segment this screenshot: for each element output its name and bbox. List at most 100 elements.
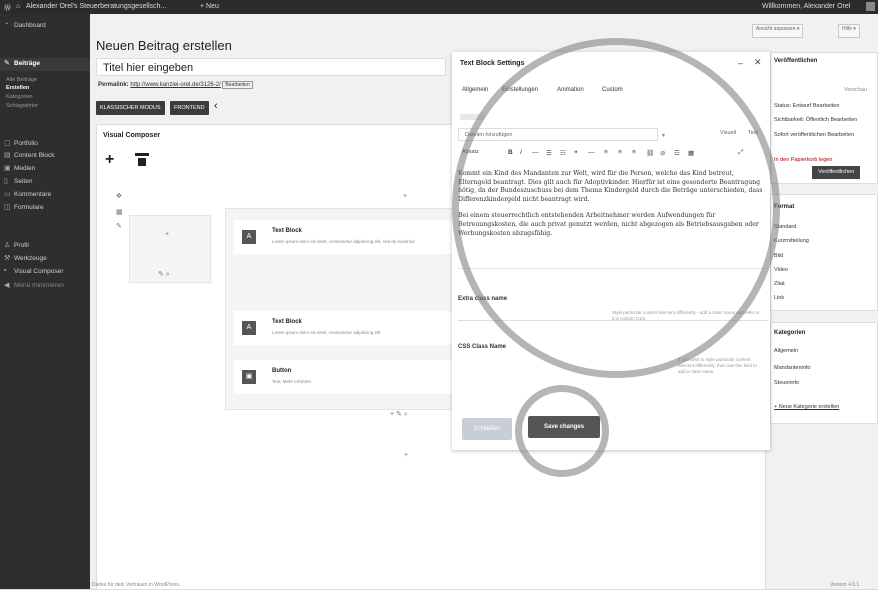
visibility-row: Sichtbarkeit: Öffentlich Bearbeiten [774, 117, 858, 123]
sidebar-item-profil[interactable]: ♙ Profil [0, 240, 90, 253]
add-element-icon[interactable]: + [105, 151, 114, 169]
permalink-url[interactable]: http://www.kanzlei-orel.de/3126-2/ [130, 82, 220, 88]
sidebar-item-label: Medien [14, 165, 36, 172]
category-item[interactable]: Mandanteninfo [774, 365, 810, 371]
chevron-left-icon[interactable]: ‹ [214, 100, 218, 112]
sidebar-item-label: Portfolio [14, 140, 38, 147]
sidebar-item-label: Beiträge [14, 60, 41, 67]
admin-sidebar: ◔ Dashboard ✎ Beiträge Alle Beiträge Erste… [0, 14, 90, 589]
move-row-icon[interactable]: ✥ [116, 192, 122, 200]
sidebar-item-seiten[interactable]: ▯ Seiten [0, 176, 90, 189]
sidebar-item-werkzeuge[interactable]: ⚒ Werkzeuge [0, 253, 90, 266]
page-icon: ▯ [4, 178, 8, 185]
sidebar-item-label: Dashboard [14, 22, 46, 29]
preview-button[interactable]: Vorschau [844, 87, 867, 93]
sidebar-item-formulare[interactable]: ◫ Formulare [0, 202, 90, 215]
column-controls-icon[interactable]: + ✎ ⌕ [390, 410, 408, 419]
add-row-icon[interactable]: + [404, 452, 408, 459]
close-button[interactable]: Schließen [462, 418, 512, 440]
element-title: Button [272, 368, 292, 374]
categories-box-title: Kategorien [774, 330, 806, 336]
format-option[interactable]: Bild [774, 253, 783, 259]
vc-element-text-block[interactable]: A Text Block Lorem ipsum dolor sit amet,… [234, 220, 459, 254]
sidebar-item-label: Menü minimieren [14, 282, 64, 289]
publish-button[interactable]: Veröffentlichen [812, 166, 861, 179]
status-row: Status: Entwurf Bearbeiten [774, 103, 840, 109]
publish-box-title: Veröffentlichen [774, 58, 818, 64]
vc-icon: ▪ [4, 267, 7, 274]
tab-allgemein[interactable]: Allgemein [462, 87, 488, 93]
wordpress-logo-icon[interactable]: Ⓦ [4, 3, 11, 13]
classic-mode-button[interactable]: KLASSISCHER MODUS [96, 101, 165, 115]
avatar[interactable] [866, 2, 875, 11]
column-edit-icon[interactable]: ✎ ⌕ [158, 270, 170, 279]
user-icon: ♙ [4, 242, 11, 249]
button-element-icon: ▣ [242, 370, 256, 384]
format-option[interactable]: Kurzmitteilung [774, 238, 809, 244]
format-option[interactable]: Zitat [774, 281, 785, 287]
admin-bar-site-name[interactable]: Alexander Orel's Steuerberatungsgesellsc… [26, 3, 166, 10]
home-icon: ⌂ [16, 3, 21, 10]
vc-element-button[interactable]: ▣ Button Text: Mehr erfahren [234, 360, 459, 394]
collapse-icon: ◀ [4, 282, 10, 289]
sidebar-subitem-tags[interactable]: Schlagwörter [6, 103, 38, 109]
column-add-icon[interactable]: + [165, 231, 169, 238]
element-description: Text: Mehr erfahren [272, 379, 312, 384]
new-category-link[interactable]: + Neue Kategorie erstellen [774, 404, 839, 410]
dashboard-icon: ◔ [4, 21, 9, 28]
column-empty[interactable] [129, 215, 211, 283]
text-block-icon: A [242, 321, 256, 335]
permalink: Permalink: http://www.kanzlei-orel.de/31… [98, 81, 253, 89]
dialog-title: Text Block Settings [460, 60, 525, 67]
element-description: Lorem ipsum dolor sit amet, consectetur … [272, 330, 381, 335]
form-icon: ◫ [4, 204, 11, 211]
post-title-input[interactable]: Titel hier eingeben [96, 58, 446, 76]
trash-link[interactable]: In den Papierkorb legen [774, 157, 832, 163]
sidebar-item-medien[interactable]: ▣ Medien [0, 163, 90, 176]
sidebar-item-label: Werkzeuge [14, 255, 47, 262]
format-option[interactable]: Link [774, 295, 784, 301]
footer-thanks: Danke für dein Vertrauen in WordPress. [92, 582, 181, 588]
sidebar-collapse-menu[interactable]: ◀ Menü minimieren [0, 280, 90, 293]
sidebar-subitem-all-posts[interactable]: Alle Beiträge [6, 77, 37, 83]
vc-element-text-block-2[interactable]: A Text Block Lorem ipsum dolor sit amet,… [234, 311, 459, 345]
edit-row-icon[interactable]: ✎ [116, 222, 122, 230]
row-columns-icon[interactable]: ▦ [116, 208, 123, 216]
sidebar-subitem-create[interactable]: Erstellen [6, 85, 29, 91]
highlight-circle-save [515, 385, 609, 477]
element-title: Text Block [272, 228, 302, 234]
format-box [770, 194, 878, 311]
minimize-icon[interactable]: – [738, 58, 743, 68]
add-to-row-icon[interactable]: + [403, 193, 407, 200]
close-icon[interactable]: ✕ [754, 57, 762, 68]
sidebar-item-content-block[interactable]: ▤ Content Block [0, 150, 90, 163]
text-block-icon: A [242, 230, 256, 244]
category-item[interactable]: Allgemein [774, 348, 798, 354]
screen-options-button[interactable]: Ansicht anpassen ▾ [752, 24, 804, 38]
frontend-editor-button[interactable]: FRONTEND [170, 101, 209, 115]
css-class-hint: If you wish to style particular content … [678, 357, 757, 374]
comment-icon: ▭ [4, 191, 11, 198]
admin-bar-greeting[interactable]: Willkommen, Alexander Orel [762, 3, 850, 10]
sidebar-item-label: Formulare [14, 204, 44, 211]
publish-time-row: Sofort veröffentlichen Bearbeiten [774, 132, 855, 138]
category-item[interactable]: Steuerinfo [774, 380, 799, 386]
sidebar-subitem-categories[interactable]: Kategorien [6, 94, 33, 100]
sidebar-item-label: Profil [14, 242, 29, 249]
sidebar-item-dashboard[interactable]: ◔ Dashboard [0, 20, 90, 33]
wrench-icon: ⚒ [4, 255, 11, 262]
vc-title: Visual Composer [103, 132, 161, 139]
layout-icon[interactable] [135, 153, 149, 166]
sidebar-item-label: Seiten [14, 178, 33, 185]
sidebar-item-label: Visual Composer [14, 268, 64, 275]
help-button[interactable]: Hilfe ▾ [838, 24, 860, 38]
page-title: Neuen Beitrag erstellen [96, 38, 232, 53]
format-option[interactable]: Video [774, 267, 788, 273]
new-content-link[interactable]: + Neu [200, 3, 219, 10]
permalink-edit-button[interactable]: Bearbeiten [222, 81, 253, 89]
sidebar-item-label: Content Block [14, 152, 55, 159]
sidebar-item-visual-composer[interactable]: ▪ Visual Composer [0, 266, 90, 279]
sidebar-item-kommentare[interactable]: ▭ Kommentare [0, 189, 90, 202]
sidebar-item-beitraege[interactable]: ✎ Beiträge [0, 58, 90, 71]
admin-bar: Ⓦ ⌂ Alexander Orel's Steuerberatungsgese… [0, 0, 878, 14]
